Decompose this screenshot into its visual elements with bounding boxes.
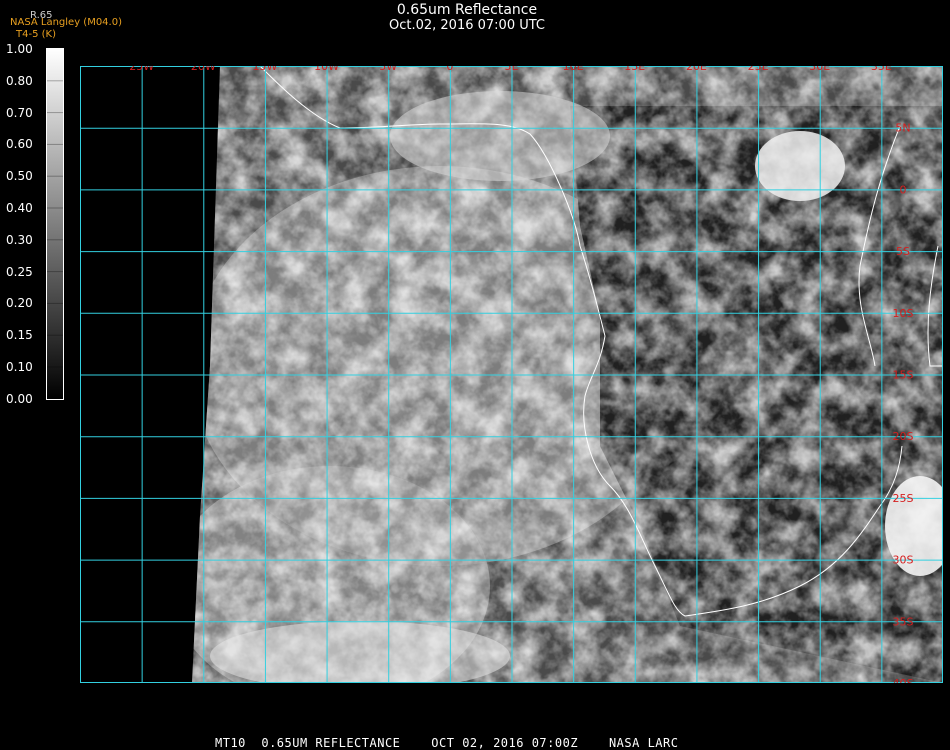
- longitude-label: 5W: [379, 66, 397, 73]
- longitude-label: 15E: [624, 66, 645, 73]
- longitude-label: 5E: [505, 66, 519, 73]
- colorbar-label: 0.15: [6, 328, 33, 343]
- longitude-label: 0: [446, 66, 453, 73]
- map-subtitle: Oct.02, 2016 07:00 UTC: [389, 18, 545, 33]
- colorbar-label: 0.10: [6, 360, 33, 374]
- colorbar-label: 0.30: [6, 232, 33, 247]
- colorbar-label: 0.40: [6, 201, 33, 215]
- latitude-label: 5S: [896, 245, 910, 258]
- longitude-label: 20E: [686, 66, 707, 73]
- map-title: 0.65um Reflectance: [396, 2, 538, 18]
- map-canvas: 25W 20W 15W 10W 5W 0 5E 10E 15E 20E 25E 30E 35E 5N 0 5…: [80, 60, 943, 690]
- colorbar-label: 0.50: [6, 169, 33, 184]
- brand-line1: NASA Langley (M04.0): [10, 17, 122, 28]
- longitude-label: 10W: [314, 66, 339, 73]
- latitude-label: 20S: [893, 430, 914, 443]
- colorbar-label: 0.70: [6, 105, 33, 120]
- colorbar-gradient: [47, 49, 63, 400]
- longitude-label: 35E: [871, 66, 892, 73]
- latitude-label: 0: [900, 183, 907, 196]
- colorbar-label: 0.20: [6, 296, 33, 311]
- longitude-label: 30E: [809, 66, 830, 73]
- colorbar: [46, 48, 64, 400]
- brand-label: NASA Langley (M04.0) T4-5 (K): [10, 17, 122, 41]
- latitude-label: 10S: [893, 307, 914, 320]
- latitude-label: 35S: [893, 615, 914, 628]
- longitude-label: 10E: [563, 66, 584, 73]
- satellite-map[interactable]: 25W 20W 15W 10W 5W 0 5E 10E 15E 20E 25E 30E 35E 5N 0 5…: [80, 60, 943, 690]
- latitude-label: 30S: [893, 554, 914, 567]
- colorbar-label: 0.25: [6, 264, 33, 279]
- colorbar-label: 0.00: [6, 391, 33, 406]
- longitude-label: 15W: [252, 66, 277, 73]
- longitude-label: 25E: [748, 66, 769, 73]
- longitude-label: 25W: [129, 66, 154, 73]
- longitude-label: 20W: [191, 66, 216, 73]
- latitude-label: 40S: [893, 677, 914, 683]
- brand-line2: T4-5 (K): [16, 29, 56, 40]
- colorbar-label: 1.00: [6, 42, 33, 56]
- colorbar-label: 0.80: [6, 73, 33, 88]
- colorbar-label: 0.60: [6, 137, 33, 152]
- latitude-label: 15S: [893, 369, 914, 382]
- latitude-label: 5N: [895, 122, 910, 135]
- latitude-label: 25S: [893, 492, 914, 505]
- footer-caption: MT10 0.65UM REFLECTANCE OCT 02, 2016 07:…: [215, 736, 679, 750]
